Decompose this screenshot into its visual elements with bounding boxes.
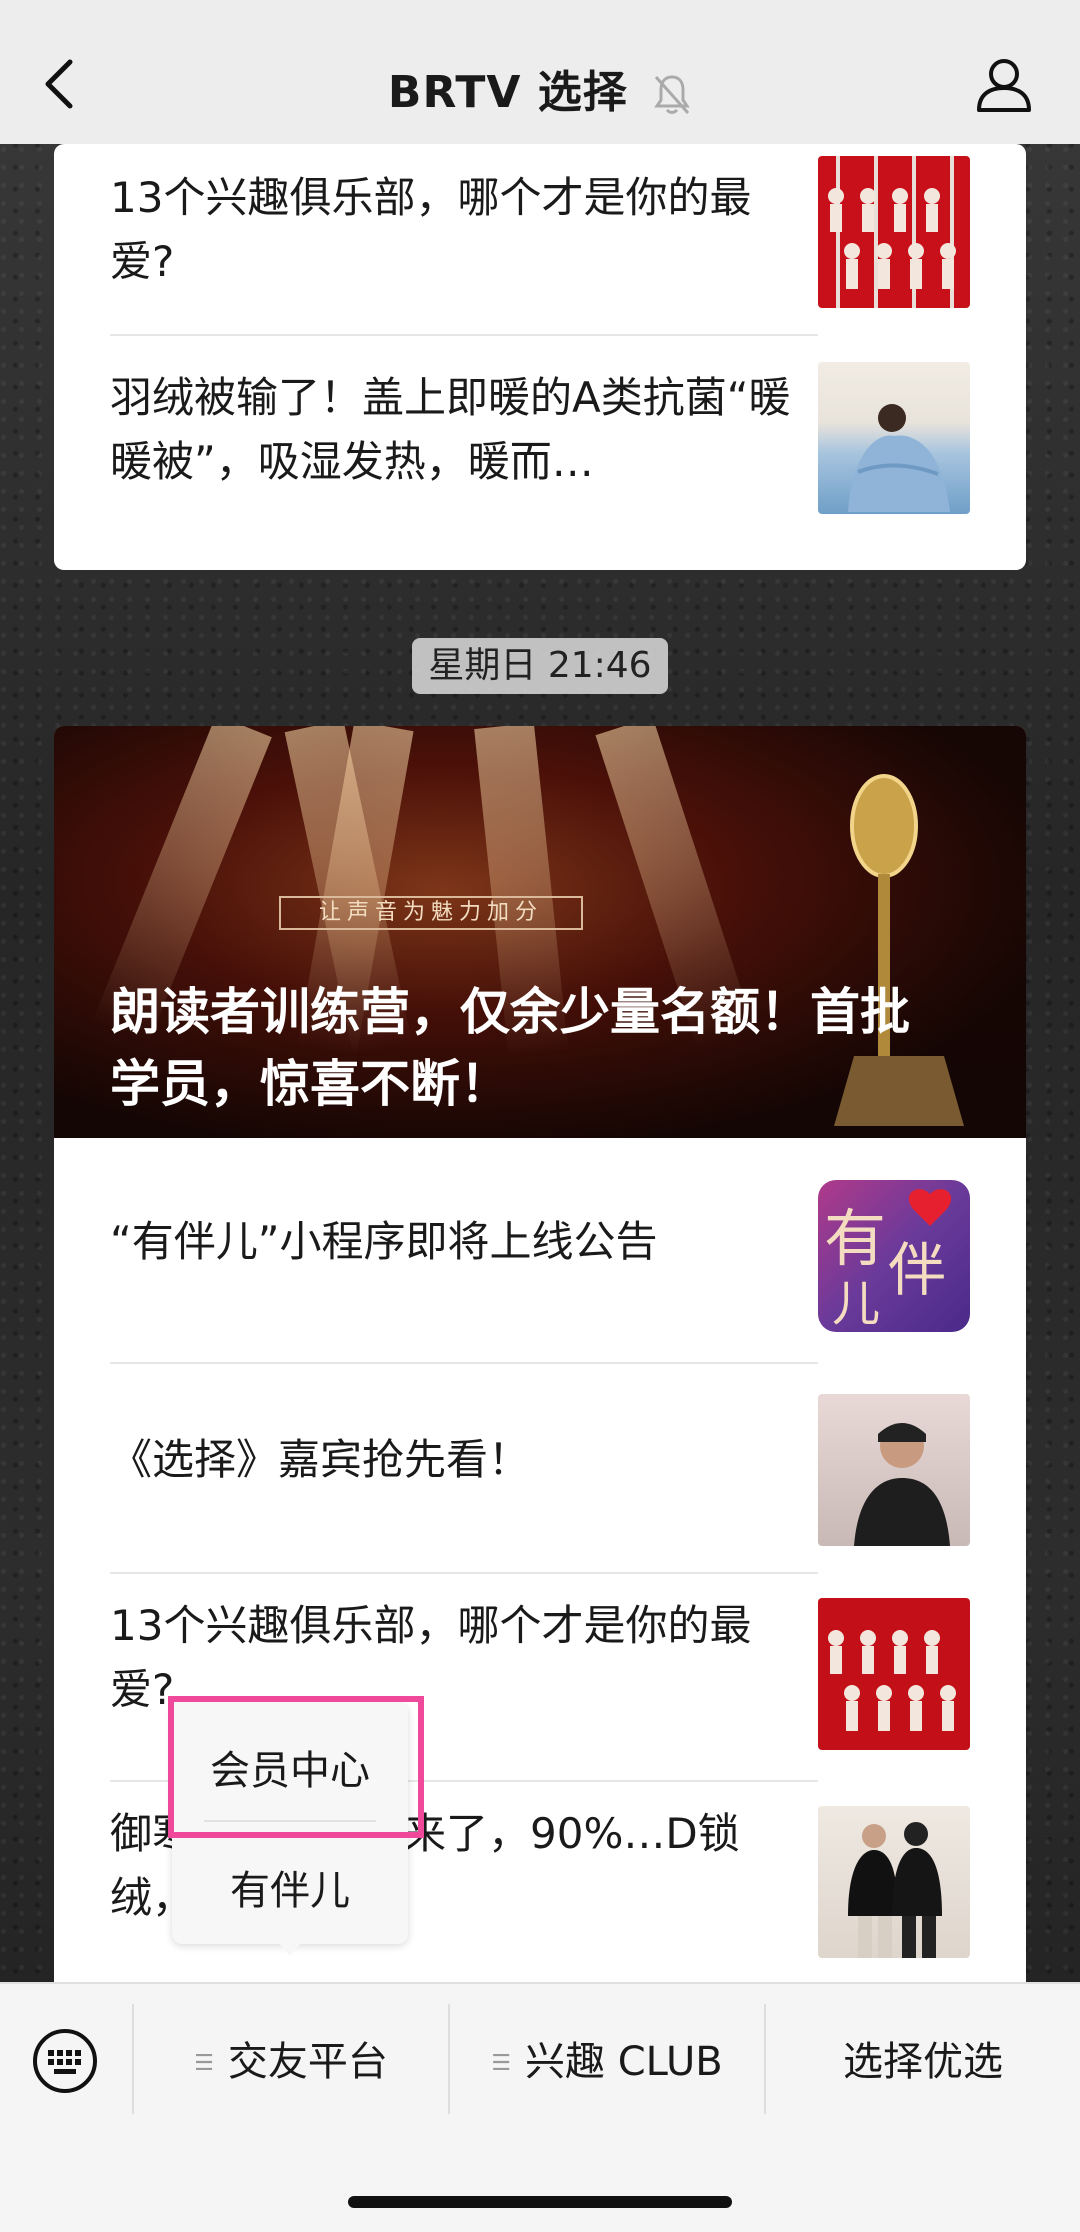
youbanr-logo-icon: 有 伴 儿 bbox=[824, 1189, 952, 1332]
article-thumbnail bbox=[818, 156, 970, 308]
article-item[interactable]: 《选择》嘉宾抢先看！ bbox=[54, 1364, 1026, 1572]
keyboard-icon[interactable] bbox=[32, 2028, 98, 2094]
svg-text:伴: 伴 bbox=[888, 1236, 946, 1304]
submenu-lines-icon: ☰ bbox=[491, 2051, 512, 2076]
highlight-box bbox=[168, 1696, 424, 1838]
paper-dolls-icon bbox=[828, 188, 956, 289]
hero-article[interactable]: 让声音为魅力加分 朗读者训练营，仅余少量名额！首批学员，惊喜不断！ bbox=[54, 726, 1026, 1138]
menu-item-selection-mall[interactable]: 选择优选 bbox=[766, 2032, 1080, 2092]
profile-icon[interactable] bbox=[974, 54, 1034, 114]
article-item[interactable]: 羽绒被输了！盖上即暖的A类抗菌“暖暖被”，吸湿发热，暖而… bbox=[54, 336, 1026, 570]
article-thumbnail bbox=[818, 1806, 970, 1958]
hero-title: 朗读者训练营，仅余少量名额！首批学员，惊喜不断！ bbox=[110, 983, 910, 1113]
menu-item-label: 兴趣 CLUB bbox=[525, 2039, 723, 2085]
submenu-item-youbanr[interactable]: 有伴儿 bbox=[172, 1858, 408, 1916]
quilt-icon bbox=[848, 404, 950, 512]
menu-item-label: 选择优选 bbox=[843, 2039, 1003, 2085]
article-card-previous: 13个兴趣俱乐部，哪个才是你的最爱? 羽绒被输了！盖上即暖的A类抗菌“暖暖被”，… bbox=[54, 144, 1026, 570]
page-title: BRTV 选择 bbox=[0, 56, 1080, 120]
submenu-lines-icon: ☰ bbox=[194, 2051, 214, 2076]
bottom-menu-bar: ☰ 交友平台 ☰ 兴趣 CLUB 选择优选 bbox=[0, 1982, 1080, 2232]
article-thumbnail bbox=[818, 362, 970, 514]
svg-text:有: 有 bbox=[824, 1202, 886, 1275]
article-title: “有伴儿”小程序即将上线公告 bbox=[110, 1217, 658, 1266]
nav-header: BRTV 选择 bbox=[0, 0, 1080, 144]
popup-pointer bbox=[276, 1940, 304, 1956]
svg-text:儿: 儿 bbox=[832, 1276, 880, 1332]
article-title: 13个兴趣俱乐部，哪个才是你的最爱? bbox=[110, 173, 752, 286]
couple-photo-icon bbox=[848, 1822, 942, 1958]
article-thumbnail bbox=[818, 1598, 970, 1750]
menu-item-label: 交友平台 bbox=[227, 2039, 388, 2085]
article-title: 羽绒被输了！盖上即暖的A类抗菌“暖暖被”，吸湿发热，暖而… bbox=[110, 373, 791, 486]
menu-item-dating-platform[interactable]: ☰ 交友平台 bbox=[134, 2032, 448, 2092]
mute-bell-icon bbox=[654, 75, 690, 114]
article-thumbnail bbox=[818, 1394, 970, 1546]
home-indicator[interactable] bbox=[348, 2196, 732, 2208]
article-item[interactable]: “有伴儿”小程序即将上线公告 有 伴 儿 bbox=[54, 1138, 1026, 1346]
title-text: BRTV 选择 bbox=[387, 67, 628, 118]
article-title: 《选择》嘉宾抢先看！ bbox=[110, 1435, 531, 1484]
guest-photo-icon bbox=[854, 1423, 950, 1546]
message-timestamp: 星期日 21:46 bbox=[412, 638, 668, 694]
paper-dolls-icon bbox=[828, 1630, 956, 1731]
article-thumbnail: 有 伴 儿 bbox=[818, 1180, 970, 1332]
menu-item-interest-club[interactable]: ☰ 兴趣 CLUB bbox=[450, 2032, 764, 2092]
article-item[interactable]: 13个兴趣俱乐部，哪个才是你的最爱? bbox=[54, 144, 1026, 334]
hero-banner-text: 让声音为魅力加分 bbox=[279, 896, 583, 930]
